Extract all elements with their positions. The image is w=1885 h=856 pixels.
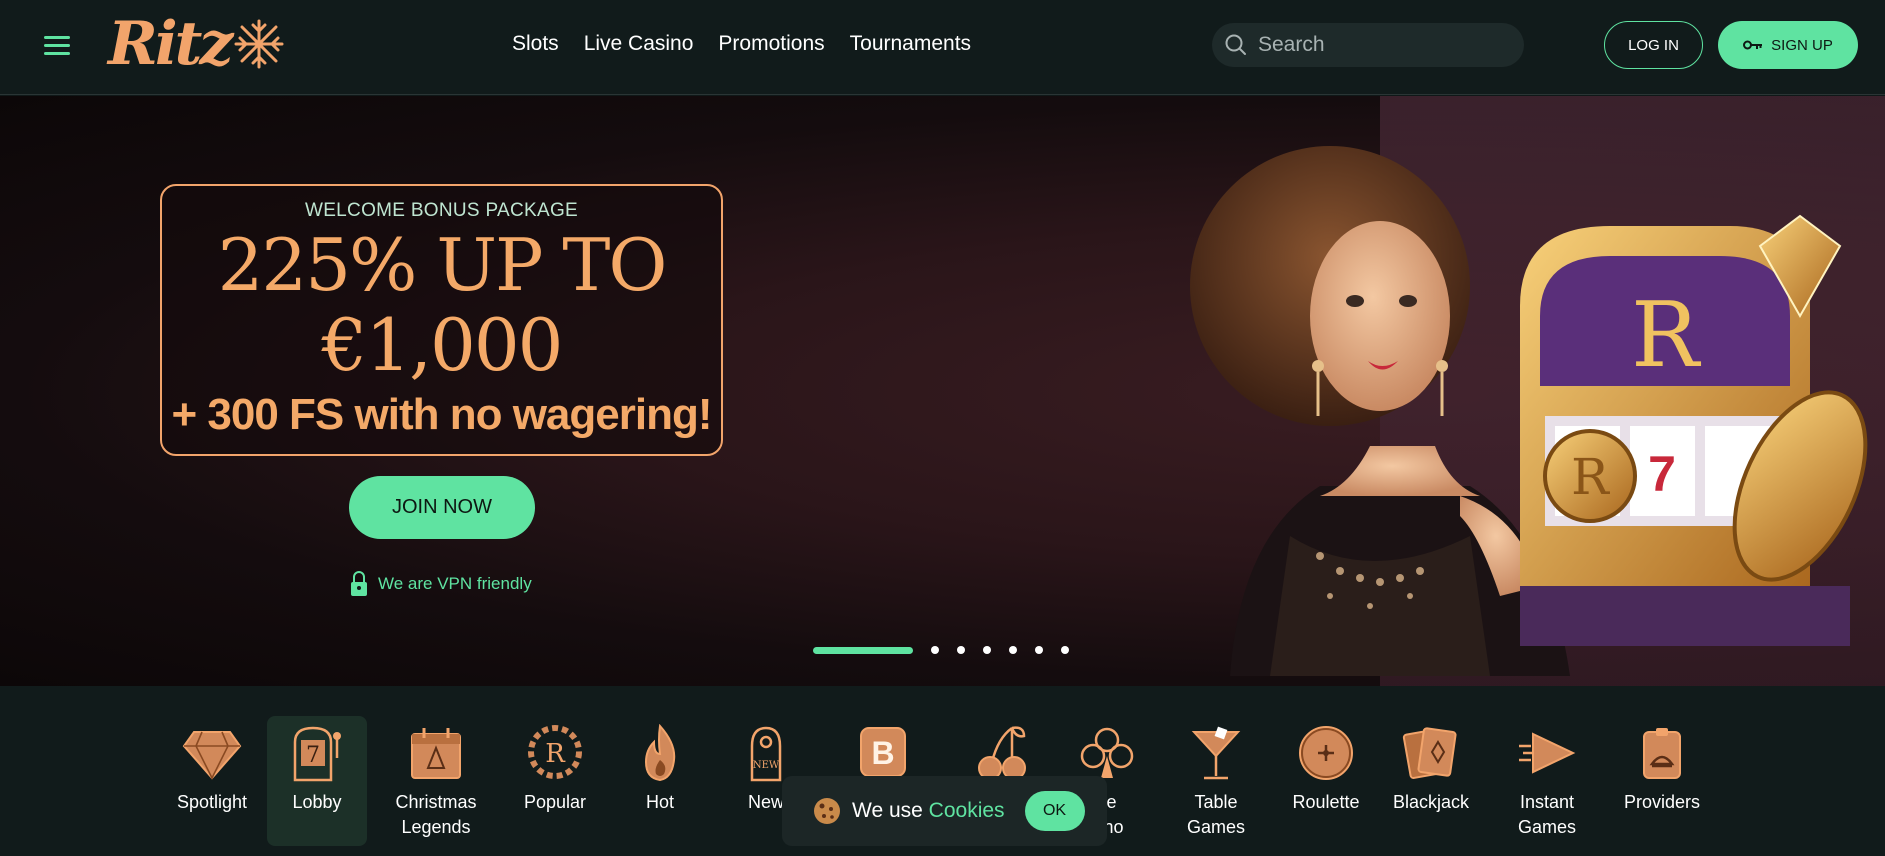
menu-icon[interactable]: [44, 36, 70, 58]
category-label: Blackjack: [1392, 792, 1470, 812]
category-label: Table Games: [1186, 792, 1246, 837]
carousel-dot[interactable]: [957, 646, 965, 654]
club-icon: [1080, 727, 1134, 778]
category-hot[interactable]: Hot: [610, 716, 710, 815]
carousel-dot[interactable]: [983, 646, 991, 654]
category-label: Popular: [523, 792, 587, 812]
snowflake-icon: [234, 19, 284, 69]
calendar-tree-icon: [411, 728, 461, 779]
search-icon: [1225, 34, 1246, 55]
svg-text:B: B: [871, 735, 894, 771]
carousel-dot[interactable]: [931, 646, 939, 654]
cocktail-icon: [1191, 726, 1241, 780]
diamond-icon: [182, 731, 242, 780]
category-label: Spotlight: [176, 792, 248, 812]
carousel-dot-active[interactable]: [813, 646, 913, 654]
nav-live-casino[interactable]: Live Casino: [584, 32, 694, 56]
category-lobby[interactable]: 7 Lobby: [267, 716, 367, 846]
bonus-offer-box: WELCOME BONUS PACKAGE 225% UP TO €1,000 …: [160, 184, 723, 456]
cookie-banner: We use Cookies OK: [782, 776, 1107, 846]
carousel-dots: [813, 646, 1069, 654]
cookie-prefix: We use: [852, 799, 923, 822]
key-icon: [1743, 40, 1763, 50]
cookie-text: We use Cookies: [852, 799, 1005, 823]
door-hanger-icon: NEW: [750, 726, 782, 782]
nav-slots[interactable]: Slots: [512, 32, 559, 56]
signup-label: SIGN UP: [1771, 36, 1833, 54]
bonus-kicker: WELCOME BONUS PACKAGE: [304, 200, 579, 221]
search-box[interactable]: [1212, 23, 1524, 67]
header: Ritz Slots Live Casino Promotions Tourna…: [0, 0, 1885, 95]
cookies-link[interactable]: Cookies: [929, 799, 1005, 822]
svg-text:7: 7: [306, 743, 320, 768]
carousel-dot[interactable]: [1061, 646, 1069, 654]
svg-text:NEW: NEW: [753, 760, 780, 771]
svg-text:R: R: [1631, 283, 1701, 388]
b-badge-icon: B: [860, 727, 906, 777]
vpn-text: We are VPN friendly: [378, 574, 532, 593]
category-label: Christmas Legends: [395, 792, 477, 837]
login-button[interactable]: LOG IN: [1604, 21, 1703, 69]
bonus-main-line-1: 225% UP TO: [217, 223, 668, 307]
category-roulette[interactable]: Roulette: [1276, 716, 1376, 815]
category-label: Roulette: [1292, 792, 1360, 812]
slot-machine-icon: 7: [293, 726, 341, 782]
category-blackjack[interactable]: Blackjack: [1381, 716, 1481, 815]
category-label: Hot: [645, 792, 674, 812]
cards-icon: [1402, 727, 1457, 779]
cherries-icon: [978, 726, 1026, 780]
nav-tournaments[interactable]: Tournaments: [850, 32, 971, 56]
hero-banner[interactable]: R 7 7 R WELCOME BONUS PACKAGE 225% UP TO…: [0, 96, 1885, 686]
flame-icon: [644, 724, 676, 782]
carousel-dot[interactable]: [1009, 646, 1017, 654]
category-christmas-legends[interactable]: Christmas Legends: [386, 716, 486, 840]
vpn-note: We are VPN friendly: [350, 571, 532, 597]
category-spotlight[interactable]: Spotlight: [162, 716, 262, 815]
join-now-button[interactable]: JOIN NOW: [349, 476, 535, 539]
main-nav: Slots Live Casino Promotions Tournaments: [512, 32, 971, 56]
category-label: Providers: [1623, 792, 1701, 812]
nav-promotions[interactable]: Promotions: [718, 32, 824, 56]
bonus-main-line-2: €1,000: [321, 303, 564, 387]
cookie-icon: [814, 798, 840, 824]
svg-text:R: R: [545, 739, 566, 769]
category-bonus-buy[interactable]: B: [833, 716, 933, 782]
search-input[interactable]: [1258, 33, 1508, 57]
svg-text:R: R: [1571, 448, 1610, 506]
slot-machine-image: R 7 7 R: [1520, 214, 1868, 646]
category-fruit-slots[interactable]: [952, 716, 1052, 782]
svg-text:7: 7: [1648, 446, 1676, 502]
category-popular[interactable]: R Popular: [505, 716, 605, 815]
category-table-games[interactable]: Table Games: [1166, 716, 1266, 840]
category-providers[interactable]: Providers: [1612, 716, 1712, 815]
category-label: Lobby: [292, 792, 342, 812]
signup-button[interactable]: SIGN UP: [1718, 21, 1858, 69]
cookie-ok-button[interactable]: OK: [1024, 791, 1085, 831]
category-label: Instant Games: [1517, 792, 1577, 837]
carousel-dot[interactable]: [1035, 646, 1043, 654]
bonus-sub-line: + 300 FS with no wagering!: [171, 390, 713, 439]
logo-text: Ritz: [108, 9, 233, 79]
lock-icon: [351, 571, 367, 596]
roulette-icon: [1299, 726, 1353, 780]
category-instant-games[interactable]: Instant Games: [1497, 716, 1597, 840]
logo[interactable]: Ritz: [108, 8, 286, 80]
arrow-icon: [1519, 732, 1576, 774]
provider-icon: [1643, 728, 1681, 779]
laurel-r-icon: R: [528, 725, 582, 779]
